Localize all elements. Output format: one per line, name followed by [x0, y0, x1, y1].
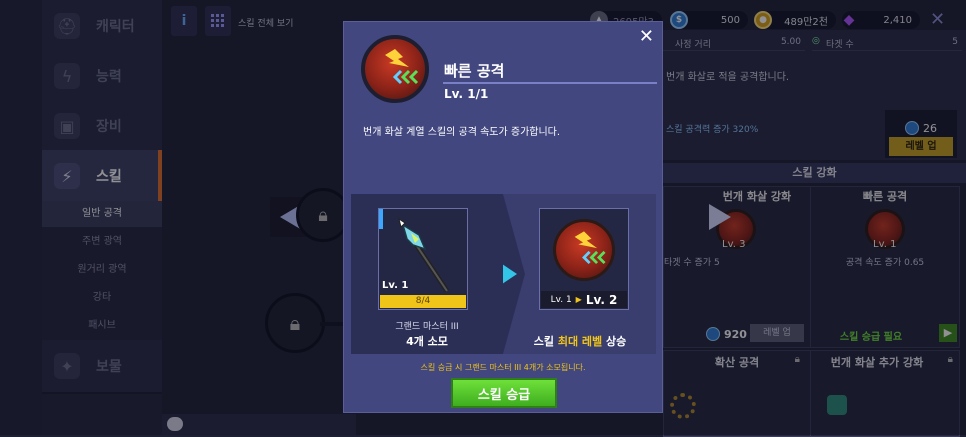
- level-change-bar: Lv. 1 ▶ Lv. 2: [541, 291, 627, 308]
- title-divider: [443, 82, 657, 84]
- material-slot: Lv. 1 8/4: [378, 208, 468, 310]
- modal-close-button[interactable]: ✕: [639, 26, 654, 47]
- arrow-right-icon: [503, 194, 525, 354]
- level-from: Lv. 1: [550, 294, 572, 305]
- result-slot: Lv. 1 ▶ Lv. 2: [539, 208, 629, 310]
- material-count: 8/4: [415, 296, 431, 306]
- material-level: Lv. 1: [382, 280, 409, 291]
- fast-attack-icon: [574, 231, 606, 265]
- modal-description: 번개 화살 계열 스킬의 공격 속도가 증가합니다.: [363, 127, 561, 138]
- result-text: 스킬 최대 레벨 상승: [533, 335, 627, 348]
- fast-attack-icon: [385, 49, 419, 85]
- fast-attack-skill-icon: [361, 35, 429, 103]
- arrow-icon: ▶: [575, 295, 582, 304]
- skill-upgrade-button[interactable]: 스킬 승급: [451, 378, 557, 408]
- slot-indicator: [379, 209, 383, 229]
- modal-title: 빠른 공격: [444, 62, 505, 80]
- material-count-bar: 8/4: [380, 295, 466, 308]
- modal-level: Lv. 1/1: [444, 87, 489, 101]
- upgrade-notice: 스킬 승급 시 그랜드 마스터 III 4개가 소모됩니다.: [420, 363, 586, 372]
- level-to: Lv. 2: [585, 292, 618, 307]
- fast-attack-result-icon: [553, 219, 615, 281]
- material-cost: 4개 소모: [406, 335, 448, 348]
- material-name: 그랜드 마스터 III: [395, 322, 459, 332]
- skill-upgrade-modal: ✕ 빠른 공격 Lv. 1/1 번개 화살 계열 스킬의 공격 속도가 증가합니…: [343, 21, 663, 413]
